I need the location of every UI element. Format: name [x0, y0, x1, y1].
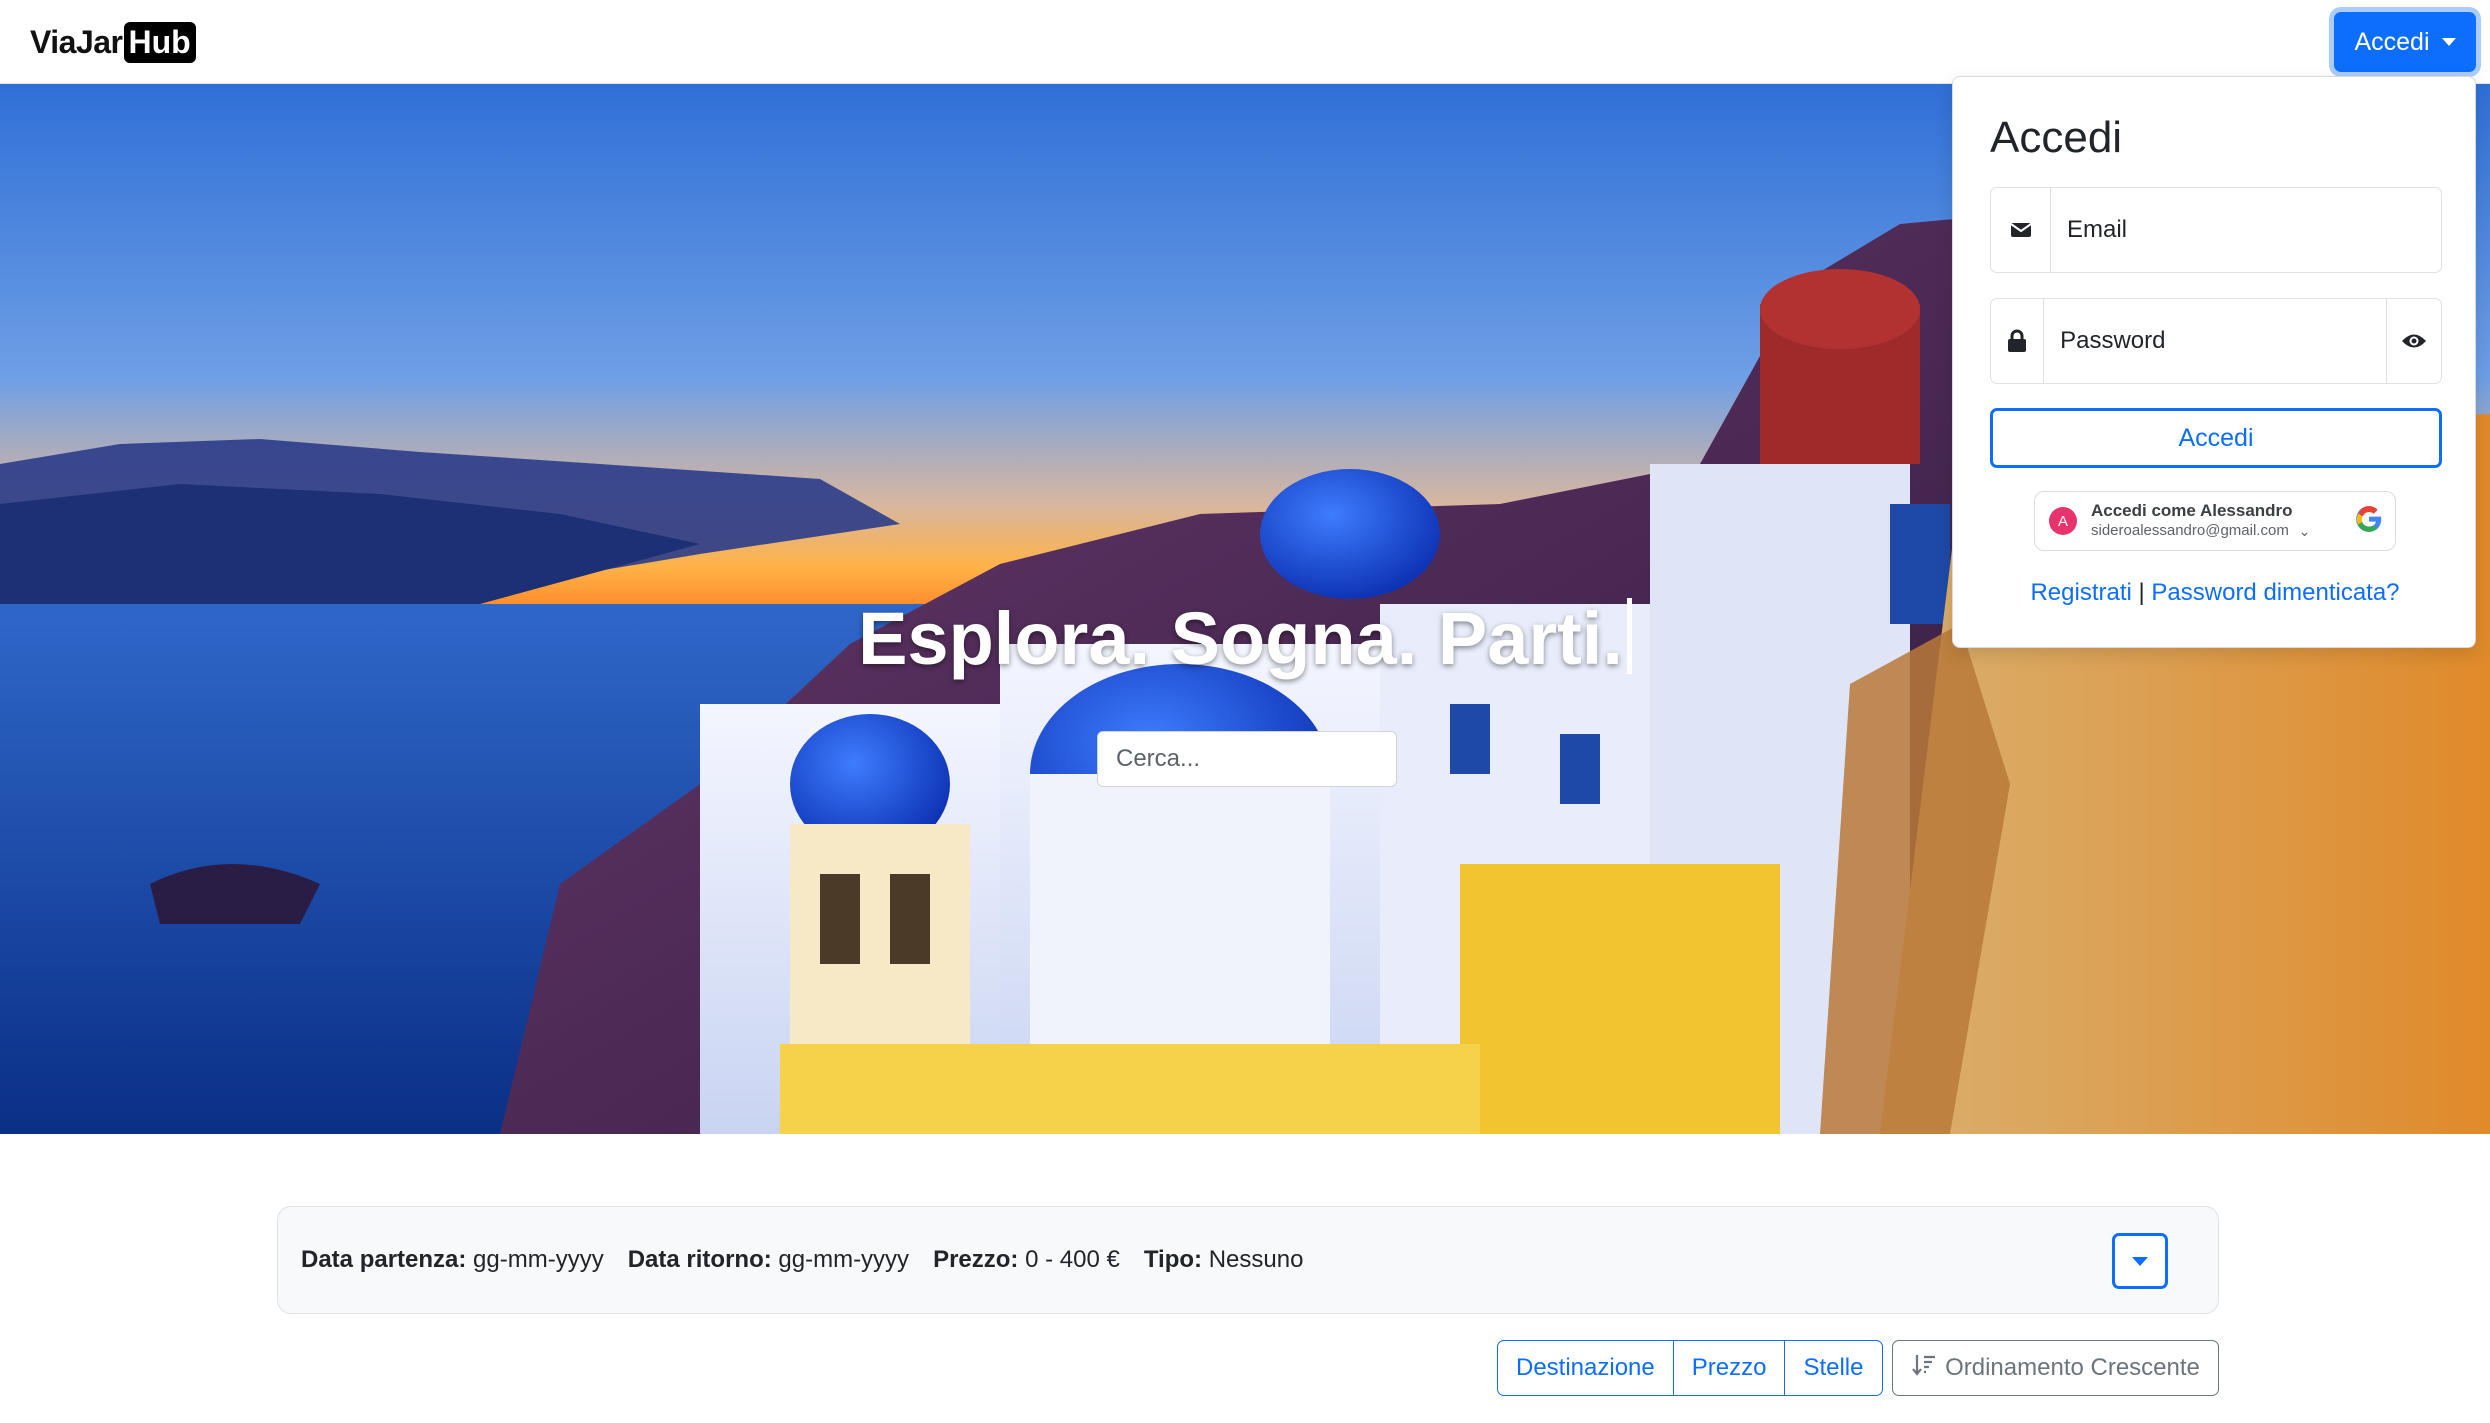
sort-stars-button[interactable]: Stelle: [1784, 1340, 1883, 1396]
filter-type-label: Tipo:: [1143, 1246, 1203, 1273]
eye-icon[interactable]: [2386, 299, 2441, 383]
sort-price-button[interactable]: Prezzo: [1672, 1340, 1786, 1396]
login-toggle-label: Accedi: [2354, 27, 2430, 56]
navbar: ViaJar Hub Accedi: [0, 0, 2490, 84]
sort-destination-button[interactable]: Destinazione: [1497, 1340, 1674, 1396]
caret-down-icon: [2132, 1256, 2148, 1266]
filter-return: Data ritorno: gg-mm-yyyy: [628, 1246, 909, 1274]
filter-type-value: Nessuno: [1208, 1246, 1304, 1273]
chevron-down-icon: ⌄: [2298, 522, 2311, 539]
filter-return-label: Data ritorno:: [627, 1246, 772, 1273]
email-input-group: [1990, 187, 2442, 273]
filter-departure: Data partenza: gg-mm-yyyy: [301, 1246, 604, 1274]
hero-title-text: Esplora. Sogna. Parti.: [858, 597, 1623, 680]
sort-descending-icon: [1911, 1353, 1937, 1384]
filter-price-label: Prezzo:: [933, 1246, 1019, 1273]
filter-price-value: 0 - 400 €: [1025, 1246, 1120, 1273]
filter-type: Tipo: Nessuno: [1144, 1246, 1304, 1274]
forgot-password-link[interactable]: Password dimenticata?: [2151, 579, 2399, 606]
filter-departure-label: Data partenza:: [301, 1246, 467, 1273]
google-signin-button[interactable]: A Accedi come Alessandro sideroalessandr…: [2034, 491, 2396, 551]
sort-button-group: Destinazione Prezzo Stelle: [1497, 1340, 1883, 1396]
caret-down-icon: [2441, 38, 2456, 46]
login-title: Accedi: [1990, 113, 2123, 162]
search-input[interactable]: [1097, 731, 1397, 787]
filter-return-value: gg-mm-yyyy: [778, 1246, 910, 1273]
email-field[interactable]: [2051, 188, 2441, 272]
sort-order-label: Ordinamento Crescente: [1945, 1354, 2200, 1381]
password-input-group: [1990, 298, 2442, 384]
password-field[interactable]: [2044, 299, 2387, 383]
google-logo-icon: [2355, 505, 2383, 538]
register-link[interactable]: Registrati: [2030, 579, 2131, 606]
brand-logo[interactable]: ViaJar Hub: [30, 20, 196, 64]
google-account-name: Accedi come Alessandro: [2091, 501, 2293, 520]
avatar: A: [2049, 507, 2077, 535]
brand-name: ViaJar: [30, 23, 123, 60]
login-submit-button[interactable]: Accedi: [1990, 408, 2442, 468]
typing-cursor: [1626, 598, 1632, 674]
filter-expand-button[interactable]: [2112, 1233, 2168, 1289]
lock-icon: [1991, 299, 2045, 383]
login-links: Registrati | Password dimenticata?: [1953, 579, 2477, 607]
google-account-email: sideroalessandro@gmail.com: [2091, 522, 2289, 539]
filter-summary-bar: Data partenza: gg-mm-yyyy Data ritorno: …: [277, 1206, 2219, 1314]
login-dropdown: Accedi Accedi A Accedi come Alessandro s…: [1952, 76, 2476, 648]
sort-order-button[interactable]: Ordinamento Crescente: [1892, 1340, 2219, 1396]
brand-badge: Hub: [123, 21, 196, 63]
filter-departure-value: gg-mm-yyyy: [473, 1246, 604, 1273]
links-separator: |: [2138, 579, 2145, 606]
login-dropdown-toggle[interactable]: Accedi: [2334, 12, 2476, 72]
google-account-text: Accedi come Alessandro sideroalessandro@…: [2091, 501, 2293, 541]
envelope-icon: [1991, 188, 2051, 272]
filter-price: Prezzo: 0 - 400 €: [933, 1246, 1120, 1274]
